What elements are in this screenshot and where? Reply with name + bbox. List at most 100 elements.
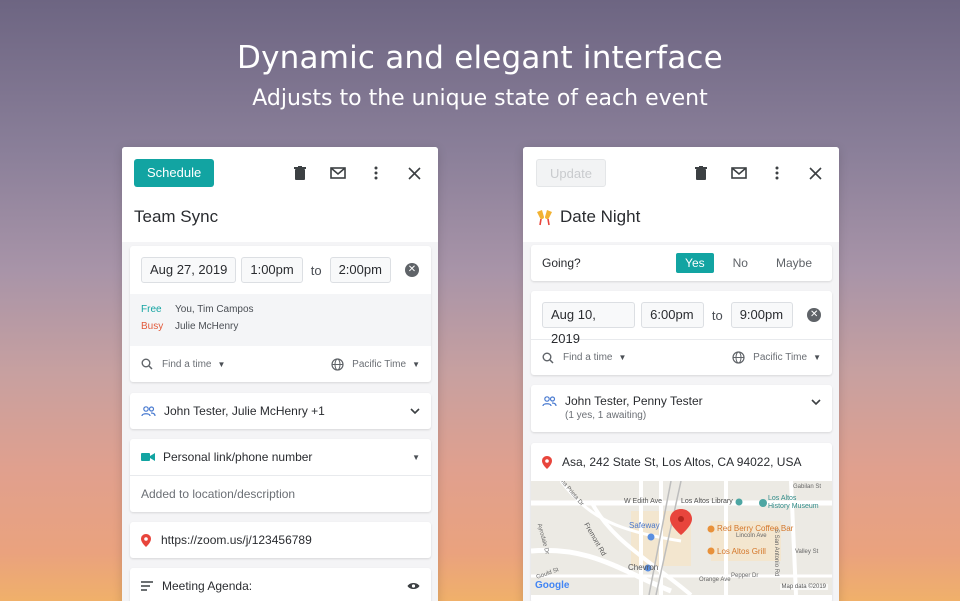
map-label-museum: Los Altos [768, 495, 797, 502]
mail-icon[interactable] [727, 161, 751, 185]
busy-status: Busy [141, 321, 164, 332]
location-map[interactable]: W Edith Ave Los Altos Library Los Altos … [531, 481, 832, 595]
schedule-button[interactable]: Schedule [134, 159, 215, 187]
description-text: Meeting Agenda: [162, 579, 253, 593]
toolbar [689, 161, 827, 185]
caret-down-icon: ▼ [618, 353, 627, 362]
caret-down-icon: ▼ [412, 452, 420, 462]
attendees-text: John Tester, Penny Tester [565, 394, 703, 408]
map-label-grill: Los Altos Grill [717, 547, 766, 556]
location-pin-icon [141, 533, 151, 547]
event-panel-team-sync: Schedule Team Sync Aug 27, 2019 1:00pm t… [122, 147, 438, 601]
conference-text: Personal link/phone number [163, 450, 313, 464]
notes-icon [141, 581, 153, 591]
map-label-chevron: Chevron [628, 563, 659, 572]
map-label-sanantonio: S San Antonio Rd [773, 529, 779, 577]
location-card[interactable]: https://zoom.us/j/123456789 [130, 522, 431, 558]
close-icon[interactable] [402, 161, 426, 185]
find-time-label: Find a time [162, 358, 212, 370]
start-time-field[interactable]: 6:00pm [641, 302, 704, 328]
timezone-label: Pacific Time [753, 352, 808, 363]
timezone-label: Pacific Time [352, 358, 407, 370]
start-time-field[interactable]: 1:00pm [241, 257, 303, 283]
attendees-text: John Tester, Julie McHenry +1 [164, 404, 325, 418]
find-time-button[interactable]: Find a time ▼ [542, 352, 626, 364]
conference-note: Added to location/description [141, 487, 296, 501]
map-label-library: Los Altos Library [681, 498, 733, 505]
headline-title: Dynamic and elegant interface [237, 40, 723, 76]
date-field[interactable]: Aug 10, 2019 [542, 302, 636, 346]
people-icon [141, 405, 156, 416]
timezone-select[interactable]: Pacific Time ▼ [732, 351, 821, 364]
rsvp-card: Going? Yes No Maybe [531, 245, 832, 281]
find-time-button[interactable]: Find a time ▼ [141, 358, 225, 370]
clear-icon[interactable]: ✕ [404, 263, 419, 277]
location-text: Asa, 242 State St, Los Altos, CA 94022, … [562, 455, 802, 469]
caret-down-icon: ▼ [412, 359, 420, 369]
video-icon [141, 453, 155, 461]
availability-row: Busy Julie McHenry [141, 321, 420, 338]
free-people: You, Tim Campos [175, 304, 254, 315]
end-time-field[interactable]: 2:00pm [329, 257, 391, 283]
rsvp-maybe[interactable]: Maybe [767, 253, 821, 273]
map-label-lincoln: Lincoln Ave [736, 533, 767, 539]
rsvp-yes[interactable]: Yes [676, 253, 714, 273]
attendees-card[interactable]: John Tester, Julie McHenry +1 [130, 393, 431, 429]
mail-icon[interactable] [326, 161, 350, 185]
clear-icon[interactable]: ✕ [807, 308, 821, 322]
conference-select[interactable]: Personal link/phone number ▼ [130, 439, 431, 475]
end-time-field[interactable]: 9:00pm [730, 302, 794, 328]
trash-icon[interactable] [288, 161, 312, 185]
location-card: Asa, 242 State St, Los Altos, CA 94022, … [531, 443, 832, 601]
rsvp-no[interactable]: No [724, 253, 757, 273]
attendees-status: (1 yes, 1 awaiting) [565, 410, 647, 421]
globe-icon [732, 351, 745, 364]
free-status: Free [141, 304, 162, 315]
event-title[interactable]: Date Night [535, 207, 640, 227]
availability-section: Free You, Tim Campos Busy Julie McHenry [130, 294, 431, 346]
busy-people: Julie McHenry [175, 321, 239, 332]
close-icon[interactable] [803, 161, 827, 185]
timezone-select[interactable]: Pacific Time ▼ [331, 357, 420, 371]
datetime-card: Aug 10, 2019 6:00pm to 9:00pm ✕ Find a t… [531, 291, 832, 375]
people-icon [542, 396, 557, 407]
eye-icon[interactable] [407, 582, 420, 590]
location-text: https://zoom.us/j/123456789 [161, 533, 312, 547]
caret-down-icon: ▼ [217, 359, 226, 369]
attendees-card[interactable]: John Tester, Penny Tester (1 yes, 1 awai… [531, 385, 832, 432]
map-label-edith: W Edith Ave [624, 498, 663, 505]
caret-down-icon: ▼ [813, 353, 821, 362]
map-label-museum2: History Museum [768, 503, 819, 510]
location-row[interactable]: Asa, 242 State St, Los Altos, CA 94022, … [531, 443, 832, 481]
panel-header: Schedule Team Sync [122, 147, 438, 242]
to-label: to [310, 262, 322, 278]
search-icon [141, 358, 153, 370]
availability-row: Free You, Tim Campos [141, 304, 420, 321]
map-label-pepper: Pepper Dr [731, 573, 759, 579]
event-title[interactable]: Team Sync [134, 207, 218, 227]
datetime-card: Aug 27, 2019 1:00pm to 2:00pm ✕ Free You… [130, 246, 431, 382]
more-icon[interactable] [364, 161, 388, 185]
map-label-safeway: Safeway [629, 521, 660, 530]
date-field[interactable]: Aug 27, 2019 [141, 257, 237, 283]
globe-icon [331, 357, 344, 371]
event-title-text: Date Night [560, 207, 641, 226]
headline: Dynamic and elegant interface Adjusts to… [0, 40, 960, 111]
event-panel-date-night: Update Date Night Going? Yes No Maybe Au… [523, 147, 839, 601]
map-label-orange: Orange Ave [699, 577, 731, 583]
going-label: Going? [542, 256, 581, 270]
panel-header: Update Date Night [523, 147, 839, 242]
more-icon[interactable] [765, 161, 789, 185]
map-attribution: Map data ©2019 [779, 584, 828, 590]
update-button[interactable]: Update [536, 159, 606, 187]
cheers-icon [537, 209, 552, 225]
google-logo: Google [535, 580, 570, 591]
description-card[interactable]: Meeting Agenda: [130, 568, 431, 601]
map-label-valley: Valley St [795, 549, 819, 555]
chevron-down-icon [410, 407, 420, 414]
trash-icon[interactable] [689, 161, 713, 185]
event-title-text: Team Sync [134, 207, 219, 226]
search-icon [542, 352, 554, 364]
chevron-down-icon [811, 399, 821, 406]
headline-subtitle: Adjusts to the unique state of each even… [252, 86, 708, 111]
